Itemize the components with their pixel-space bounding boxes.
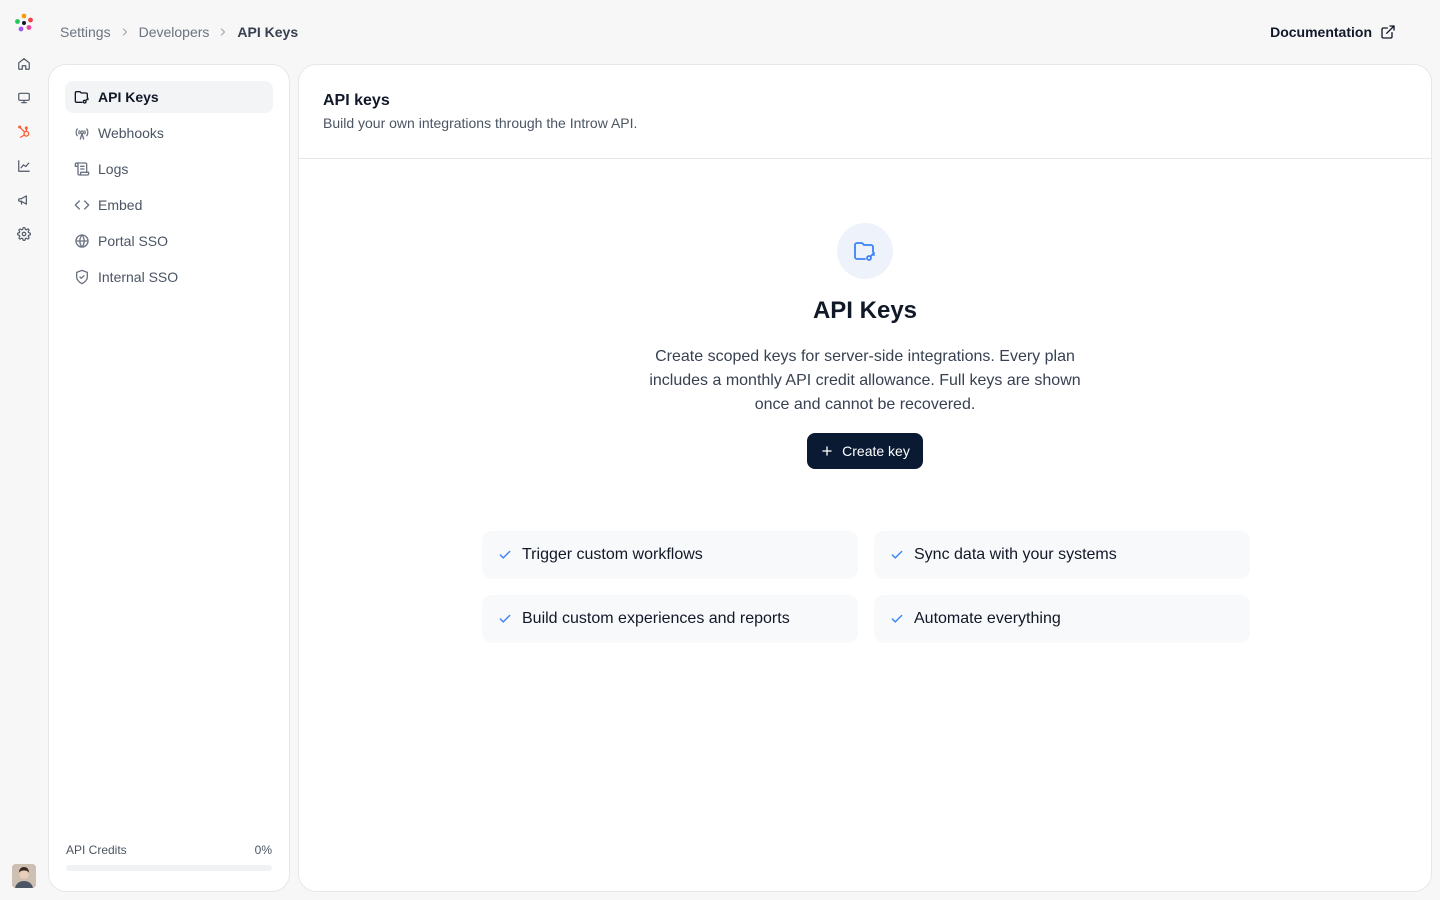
check-icon	[890, 612, 904, 626]
documentation-link[interactable]: Documentation	[1270, 22, 1396, 42]
radio-tower-icon	[74, 125, 90, 141]
feature-label: Sync data with your systems	[914, 546, 1117, 563]
sidebar-item-logs[interactable]: Logs	[65, 153, 273, 185]
feature-item: Trigger custom workflows	[482, 531, 858, 579]
page-subtitle: Build your own integrations through the …	[323, 115, 638, 131]
empty-state: API Keys Create scoped keys for server-s…	[299, 159, 1431, 469]
api-keys-panel: API keys Build your own integrations thr…	[298, 64, 1432, 892]
app-logo-icon[interactable]	[13, 12, 35, 34]
monitor-icon[interactable]	[14, 88, 34, 108]
sidebar-nav: API Keys Webhooks Logs Embed Portal SSO	[65, 81, 273, 297]
user-avatar[interactable]	[12, 864, 36, 888]
feature-item: Sync data with your systems	[874, 531, 1250, 579]
feature-label: Automate everything	[914, 610, 1061, 627]
sidebar-item-label: Embed	[98, 197, 143, 213]
external-link-icon	[1380, 24, 1396, 40]
api-credits-progress	[66, 865, 272, 871]
sidebar-item-label: API Keys	[98, 89, 159, 105]
chevron-right-icon	[217, 26, 229, 38]
api-credits-value: 0%	[254, 843, 272, 857]
folder-key-icon	[74, 89, 90, 105]
folder-key-icon	[837, 223, 893, 279]
chart-icon[interactable]	[14, 156, 34, 176]
scroll-icon	[74, 161, 90, 177]
check-icon	[498, 612, 512, 626]
feature-item: Automate everything	[874, 595, 1250, 643]
chevron-right-icon	[119, 26, 131, 38]
sidebar-item-internal-sso[interactable]: Internal SSO	[65, 261, 273, 293]
feature-label: Trigger custom workflows	[522, 546, 703, 563]
breadcrumb-developers[interactable]: Developers	[139, 24, 210, 40]
megaphone-icon[interactable]	[14, 190, 34, 210]
empty-state-description: Create scoped keys for server-side integ…	[649, 348, 1081, 413]
breadcrumb-api-keys: API Keys	[237, 24, 299, 40]
create-key-label: Create key	[842, 443, 910, 459]
documentation-label: Documentation	[1270, 24, 1372, 40]
home-icon[interactable]	[14, 54, 34, 74]
plus-icon	[820, 444, 834, 458]
page-title: API keys	[323, 92, 390, 109]
hubspot-icon[interactable]	[14, 122, 34, 142]
sidebar-item-label: Portal SSO	[98, 233, 169, 249]
globe-lock-icon	[74, 233, 90, 249]
gear-icon[interactable]	[14, 224, 34, 244]
breadcrumb: Settings Developers API Keys	[60, 22, 298, 42]
check-icon	[890, 548, 904, 562]
sidebar-item-embed[interactable]: Embed	[65, 189, 273, 221]
api-credits-usage: API Credits 0%	[66, 843, 272, 871]
sidebar-item-api-keys[interactable]: API Keys	[65, 81, 273, 113]
sidebar-item-label: Logs	[98, 161, 129, 177]
empty-state-heading: API Keys	[812, 297, 918, 324]
sidebar-item-label: Webhooks	[98, 125, 164, 141]
feature-item: Build custom experiences and reports	[482, 595, 858, 643]
feature-list: Trigger custom workflows Sync data with …	[482, 531, 1250, 643]
create-key-button[interactable]: Create key	[807, 433, 923, 469]
feature-label: Build custom experiences and reports	[522, 610, 790, 627]
api-credits-label: API Credits	[66, 843, 127, 857]
panel-header: API keys Build your own integrations thr…	[299, 65, 1431, 159]
breadcrumb-settings[interactable]: Settings	[60, 24, 111, 40]
sidebar-item-portal-sso[interactable]: Portal SSO	[65, 225, 273, 257]
check-icon	[498, 548, 512, 562]
sidebar-item-label: Internal SSO	[98, 269, 179, 285]
developer-sidebar: API Keys Webhooks Logs Embed Portal SSO	[48, 64, 290, 892]
sidebar-item-webhooks[interactable]: Webhooks	[65, 117, 273, 149]
app-rail	[0, 0, 48, 900]
code-icon	[74, 197, 90, 213]
shield-icon	[74, 269, 90, 285]
